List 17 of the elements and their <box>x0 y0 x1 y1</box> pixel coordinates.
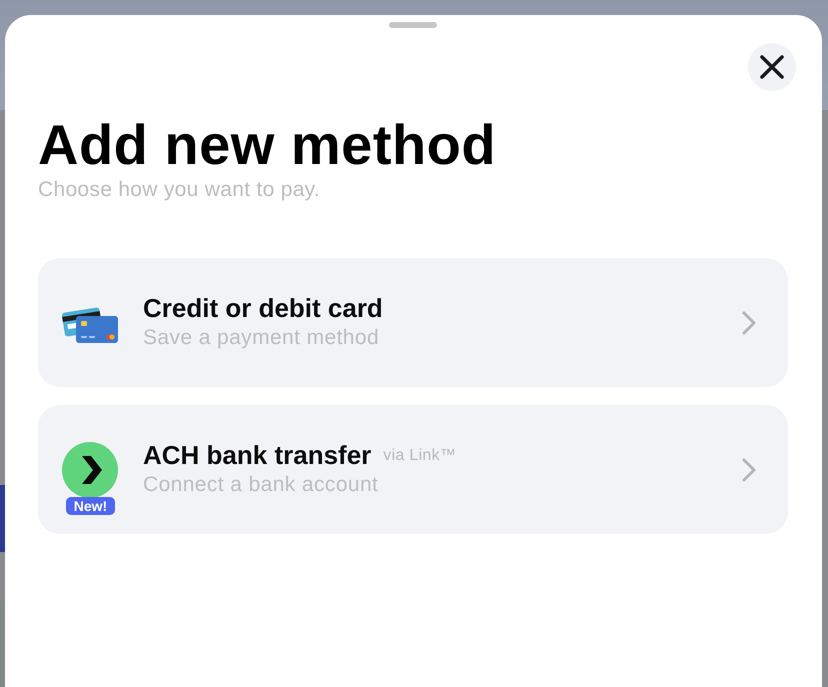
sheet-subtitle: Choose how you want to pay. <box>38 177 320 203</box>
payment-method-option[interactable]: Credit or debit card Save a payment method <box>38 258 788 387</box>
payment-method-option[interactable]: New! ACH bank transfer via Link™ Connect a bank account <box>38 405 788 534</box>
provider-label: via Link™ <box>383 446 456 466</box>
new-badge: New! <box>66 496 115 514</box>
chevron-logo-icon <box>62 442 118 498</box>
method-title: ACH bank transfer <box>143 440 372 470</box>
close-icon <box>759 54 785 80</box>
chevron-right-icon <box>741 310 757 336</box>
method-subtitle: Save a payment method <box>143 324 380 350</box>
method-title: Credit or debit card <box>143 294 383 322</box>
method-subtitle: Connect a bank account <box>143 472 378 498</box>
chevron-right-icon <box>741 456 757 482</box>
backdrop-banner <box>0 485 5 552</box>
close-button[interactable] <box>748 43 796 91</box>
sheet-title: Add new method <box>38 113 496 177</box>
drag-handle[interactable] <box>389 22 437 28</box>
